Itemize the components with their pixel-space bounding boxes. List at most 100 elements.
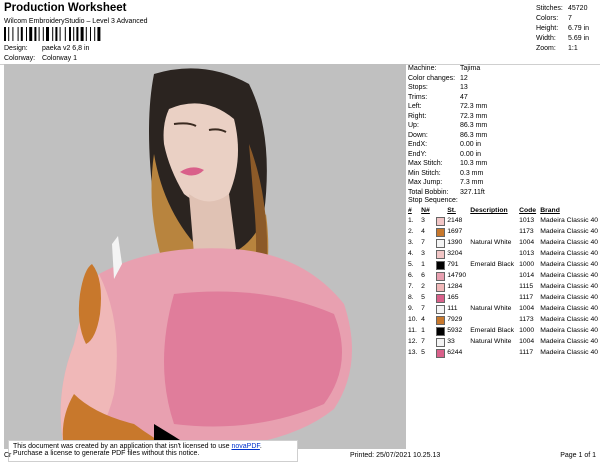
stop-row: 4. 3 3204 1013 Madeira Classic 40: [408, 249, 598, 260]
stop-sequence-table: # N# St. Description Code Brand 1. 3 2148 1013 Ma…: [408, 207, 598, 359]
thread-code: 1173: [519, 228, 534, 236]
summary-value: 5.69 in: [568, 34, 590, 42]
design-summary: Stitches: 45720 Colors: 7 Height: 6.79 in Widt…: [536, 3, 596, 53]
color-swatch: [435, 282, 445, 292]
machine-info-row: Down: 86.3 mm: [408, 131, 598, 141]
stop-number: 4.: [408, 250, 414, 258]
machine-info-value: 327.11ft: [460, 188, 485, 196]
color-swatch: [435, 293, 445, 303]
thread-description: [470, 293, 519, 304]
notice-text: This document was created by an applicat…: [13, 443, 232, 450]
thread-brand: Madeira Classic 40: [540, 228, 598, 236]
machine-info-row: Left: 72.3 mm: [408, 102, 598, 112]
machine-info-value: 12: [460, 74, 468, 82]
thread-brand: Madeira Classic 40: [540, 283, 598, 291]
thread-description: [470, 249, 519, 260]
machine-info-row: Stops: 13: [408, 83, 598, 93]
thread-description: [470, 227, 519, 238]
stop-header-cell: [436, 207, 447, 216]
stop-header-cell: Description: [470, 207, 508, 215]
summary-label: Stitches:: [536, 4, 563, 12]
thread-code: 1000: [519, 261, 535, 269]
color-swatch: [435, 249, 445, 259]
color-swatch-cell: [435, 304, 447, 315]
footer-left-text: Cr: [4, 452, 12, 459]
machine-info-value: 86.3 mm: [460, 122, 488, 130]
machine-info-label: EndY:: [408, 150, 427, 158]
color-swatch: [435, 216, 445, 226]
thread-description: [470, 271, 519, 282]
machine-info-value: 10.3 mm: [460, 160, 488, 168]
color-swatch-cell: [435, 249, 447, 260]
thread-code: 1117: [519, 294, 534, 302]
thread-description: Emerald Black: [470, 261, 515, 269]
summary-label: Height:: [536, 24, 559, 32]
machine-info-row: Machine: Tajima: [408, 64, 598, 74]
color-swatch: [435, 337, 445, 347]
stop-row: 2. 4 1697 1173 Madeira Classic 40: [408, 227, 598, 238]
notice-line2: Purchase a license to generate PDF files…: [13, 450, 200, 457]
thread-code: 1004: [519, 338, 535, 346]
machine-info-label: Down:: [408, 131, 428, 139]
stop-header-cell: N#: [421, 207, 430, 215]
color-swatch-cell: [435, 348, 447, 359]
colorway-label: Colorway:: [4, 55, 36, 62]
machine-info-label: Right:: [408, 112, 427, 120]
machine-info-value: 13: [460, 84, 468, 92]
thread-description: [470, 216, 519, 227]
page-number: Page 1 of 1: [560, 452, 596, 459]
thread-code: 1013: [519, 250, 535, 258]
machine-info-value: 72.3 mm: [460, 103, 488, 111]
machine-info-row: Min Stitch: 0.3 mm: [408, 169, 598, 179]
thread-brand: Madeira Classic 40: [540, 261, 598, 269]
color-swatch-cell: [435, 337, 447, 348]
color-swatch: [435, 260, 445, 270]
colorway-value: Colorway 1: [41, 55, 77, 62]
stop-number: 7.: [408, 283, 414, 291]
stop-header-cell: St.: [447, 207, 456, 215]
stop-header-cell: Brand: [540, 207, 560, 215]
needle-number: 3: [421, 250, 425, 258]
machine-info-value: 47: [460, 93, 468, 101]
stop-number: 12.: [408, 338, 418, 346]
color-swatch: [435, 304, 445, 314]
needle-number: 7: [421, 239, 425, 247]
thread-brand: Madeira Classic 40: [540, 327, 598, 335]
machine-info-label: Color changes:: [408, 74, 456, 82]
stitch-count: 111: [447, 305, 458, 313]
summary-value: 45720: [568, 4, 588, 12]
summary-row: Zoom: 1:1: [536, 43, 596, 53]
stop-row: 8. 5 165 1117 Madeira Classic 40: [408, 293, 598, 304]
needle-number: 4: [421, 228, 425, 236]
color-swatch: [435, 271, 445, 281]
design-preview: [4, 64, 406, 449]
summary-value: 7: [568, 14, 572, 22]
embroidery-design-image: [4, 64, 406, 449]
stitch-count: 5932: [447, 327, 463, 335]
stop-row: 1. 3 2148 1013 Madeira Classic 40: [408, 216, 598, 227]
stop-number: 11.: [408, 327, 417, 335]
thread-code: 1115: [519, 283, 534, 291]
color-swatch: [435, 348, 445, 358]
novapdf-link[interactable]: novaPDF: [231, 443, 259, 450]
stop-row: 3. 7 1390 Natural White 1004 Madeira Classic …: [408, 238, 598, 249]
design-field: Design: paeka v2 6,8 in: [4, 45, 89, 52]
thread-description: Natural White: [470, 239, 512, 247]
stop-header-cell: Code: [519, 207, 537, 215]
stop-sequence-title: Stop Sequence:: [408, 197, 458, 204]
machine-info-label: Left:: [408, 103, 422, 111]
color-swatch-cell: [435, 282, 447, 293]
stitch-count: 33: [447, 338, 455, 346]
thread-code: 1000: [519, 327, 535, 335]
machine-info-row: Trims: 47: [408, 93, 598, 103]
stop-number: 6.: [408, 272, 414, 280]
needle-number: 4: [421, 316, 425, 324]
stitch-count: 7929: [447, 316, 463, 324]
printed-timestamp: Printed: 25/07/2021 10.25.13: [350, 452, 441, 459]
summary-row: Width: 5.69 in: [536, 33, 596, 43]
machine-info-label: EndX:: [408, 141, 428, 149]
stop-number: 10.: [408, 316, 418, 324]
thread-brand: Madeira Classic 40: [540, 316, 598, 324]
stop-table-header: # N# St. Description Code Brand: [408, 207, 598, 216]
machine-info-value: 0.00 in: [460, 141, 482, 149]
